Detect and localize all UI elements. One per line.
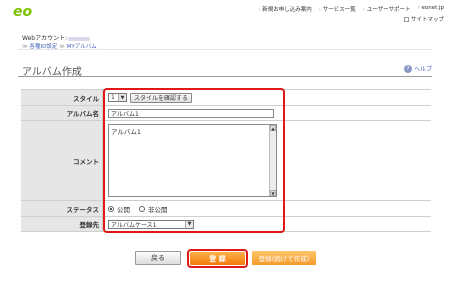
sitemap-label: サイトマップ xyxy=(410,17,444,23)
nav-new-application[interactable]: 新規お申し込み案内 xyxy=(258,5,312,13)
help-link[interactable]: ? ヘルプ xyxy=(403,64,432,73)
account-info: Webアカウント: xyxy=(22,33,91,42)
highlight-frame-register: 登 録 xyxy=(187,249,248,268)
help-icon: ? xyxy=(403,64,412,73)
album-name-label: アルバム名 xyxy=(21,106,103,120)
help-label: ヘルプ xyxy=(413,66,432,73)
nav-user-support[interactable]: ユーザーサポート xyxy=(363,5,411,13)
status-label: ステータス xyxy=(21,201,103,216)
style-label: スタイル xyxy=(21,90,103,105)
logo-text: eo xyxy=(13,4,32,18)
back-button[interactable]: 戻る xyxy=(135,251,181,265)
top-navigation: 新規お申し込み案内 サービス一覧 ユーザーサポート eonet.jp xyxy=(258,5,444,13)
register-continue-button[interactable]: 登録(続けて作成) xyxy=(252,251,316,265)
nav-eonet[interactable]: eonet.jp xyxy=(418,5,444,13)
eo-logo[interactable]: eo xyxy=(13,4,47,18)
highlight-frame-form xyxy=(103,88,285,233)
sitemap-icon xyxy=(403,17,409,22)
sitemap-link[interactable]: サイトマップ xyxy=(403,15,444,23)
divider xyxy=(18,49,432,50)
register-button[interactable]: 登 録 xyxy=(190,252,245,265)
title-divider xyxy=(18,76,432,77)
nav-service-list[interactable]: サービス一覧 xyxy=(319,5,356,13)
action-buttons: 戻る 登 録 登録(続けて作成) xyxy=(0,249,450,269)
account-label: Webアカウント: xyxy=(22,35,68,42)
destination-label: 登録先 xyxy=(21,217,103,231)
comment-label: コメント xyxy=(21,121,103,200)
account-id-redacted xyxy=(68,36,91,41)
